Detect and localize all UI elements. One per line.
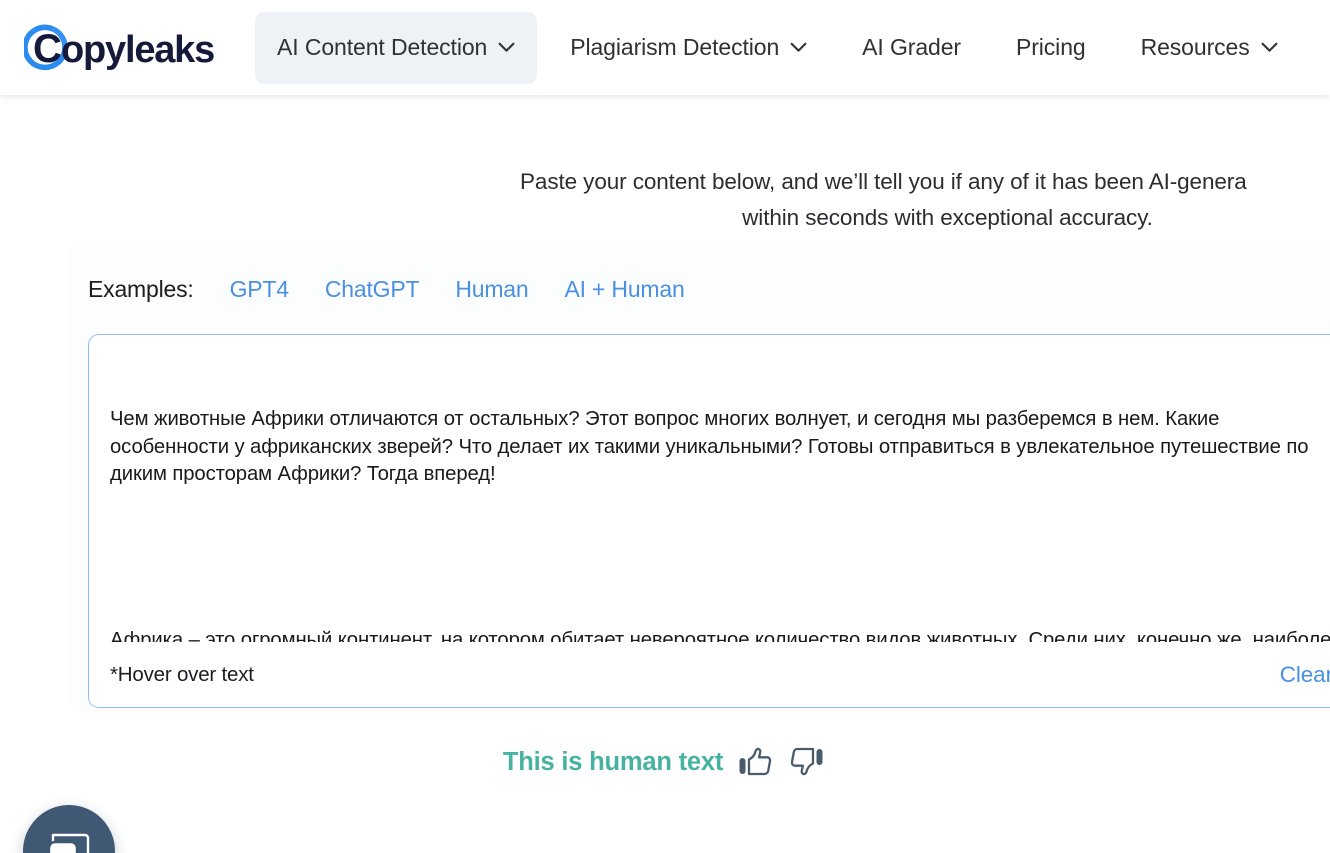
chat-bubble-icon	[47, 833, 90, 853]
thumbs-up-icon	[739, 747, 772, 776]
hover-hint-label: *Hover over text	[110, 662, 254, 686]
example-link-ai-plus-human[interactable]: AI + Human	[564, 276, 684, 303]
main-navigation: AI Content Detection Plagiarism Detectio…	[255, 11, 1300, 84]
svg-text:opyleaks: opyleaks	[61, 29, 214, 71]
content-paragraph-2: Африка – это огромный континент, на кото…	[110, 628, 1330, 642]
examples-label: Examples:	[88, 276, 194, 302]
thumbs-down-button[interactable]	[787, 743, 827, 781]
example-link-chatgpt[interactable]: ChatGPT	[325, 276, 420, 303]
content-paragraph-1: Чем животные Африки отличаются от осталь…	[110, 408, 1314, 486]
chevron-down-icon	[790, 42, 807, 53]
nav-item-ai-grader[interactable]: AI Grader	[840, 12, 983, 84]
nav-item-resources[interactable]: Resources	[1119, 12, 1300, 84]
hero-subtitle: Paste your content below, and we’ll tell…	[520, 128, 1330, 272]
textbox-footer: *Hover over text Clear	[89, 642, 1330, 707]
thumbs-down-icon	[790, 747, 823, 776]
chevron-down-icon	[498, 42, 515, 53]
chevron-down-icon	[1261, 42, 1278, 53]
content-textbox[interactable]: Чем животные Африки отличаются от осталь…	[88, 334, 1330, 708]
copyleaks-spiral-logo: C opyleaks	[24, 24, 215, 71]
svg-text:C: C	[33, 27, 62, 71]
examples-row: Examples: GPT4 ChatGPT Human AI + Human	[88, 276, 685, 303]
example-link-gpt4[interactable]: GPT4	[230, 276, 289, 303]
clear-button[interactable]: Clear	[1280, 662, 1330, 688]
hero-subtitle-line1: Paste your content below, and we’ll tell…	[520, 169, 1247, 194]
copyleaks-logo[interactable]: C opyleaks	[24, 18, 224, 78]
nav-item-label: AI Grader	[862, 34, 961, 60]
content-scroll-area[interactable]: Чем животные Африки отличаются от осталь…	[89, 335, 1330, 642]
detector-card: Examples: GPT4 ChatGPT Human AI + Human …	[68, 243, 1330, 712]
verdict-label: This is human text	[502, 747, 724, 776]
nav-item-label: AI Content Detection	[277, 34, 488, 60]
nav-item-pricing[interactable]: Pricing	[994, 12, 1108, 84]
chat-launcher-button[interactable]	[23, 805, 115, 853]
nav-item-label: Plagiarism Detection	[570, 34, 780, 60]
example-link-human[interactable]: Human	[455, 276, 528, 303]
nav-item-ai-content-detection[interactable]: AI Content Detection	[255, 11, 538, 84]
pasted-content[interactable]: Чем животные Африки отличаются от осталь…	[110, 351, 1330, 642]
nav-item-label: Resources	[1140, 34, 1250, 60]
detection-result: This is human text	[0, 743, 1330, 781]
thumbs-up-button[interactable]	[735, 743, 775, 781]
page-root: C opyleaks AI Content Detection Plagiari…	[0, 0, 1330, 853]
hero-subtitle-line2: within seconds with exceptional accuracy…	[742, 205, 1153, 230]
nav-item-plagiarism-detection[interactable]: Plagiarism Detection	[548, 12, 829, 84]
site-header: C opyleaks AI Content Detection Plagiari…	[0, 0, 1330, 95]
nav-item-label: Pricing	[1015, 34, 1086, 60]
